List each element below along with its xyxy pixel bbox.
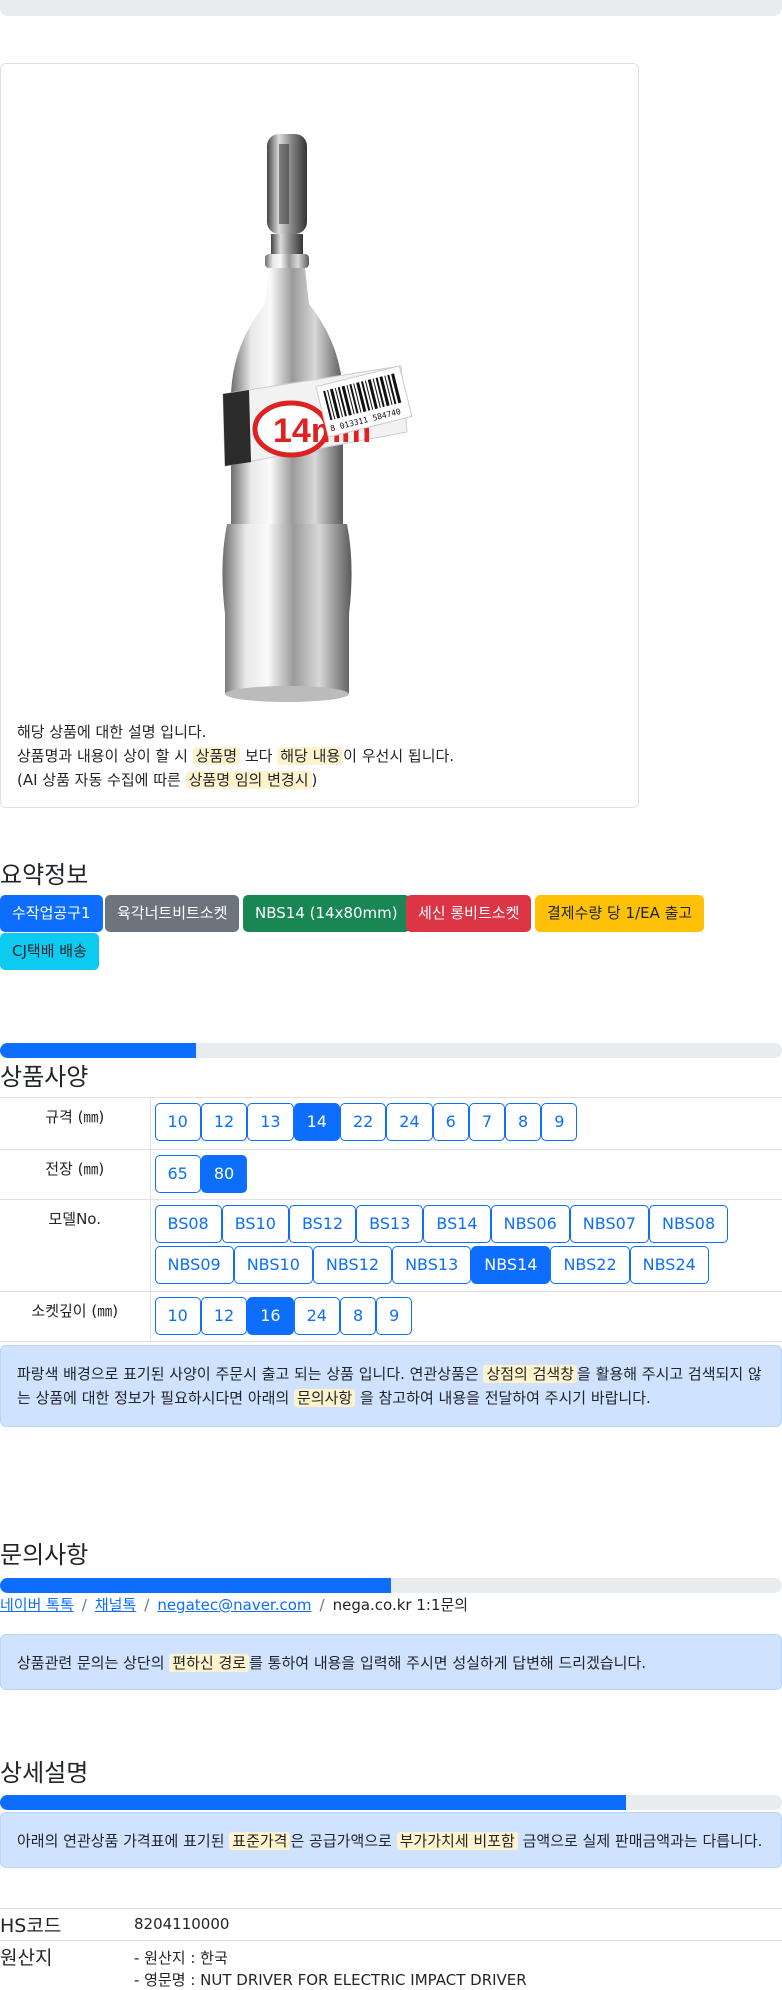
description-line: 상품명과 내용이 상이 할 시 상품명 보다 해당 내용 이 우선시 됩니다. (17, 747, 455, 765)
channel-talk-link[interactable]: 채널톡 (95, 1596, 136, 1614)
badge-type: 육각너트비트소켓 (105, 895, 240, 932)
origin-country: - 원산지 : 한국 (134, 1949, 228, 1967)
origin-english-name: - 영문명 : NUT DRIVER FOR ELECTRIC IMPACT D… (134, 1971, 527, 1989)
highlight: 해당 내용 (277, 747, 344, 765)
spec-label: 전장 (㎜) (0, 1149, 151, 1200)
spec-option-button[interactable]: NBS07 (569, 1205, 649, 1243)
spec-option-button[interactable]: 13 (247, 1103, 294, 1141)
product-card: 14mm 8 013311 584740 해당 상품에 대한 설명 입니다. 상… (0, 63, 639, 808)
spec-option-button[interactable]: 8 (505, 1103, 542, 1141)
summary-title: 요약정보 (0, 862, 89, 889)
spec-option-button[interactable]: 10 (154, 1297, 201, 1335)
badge-shipping: CJ택배 배송 (0, 933, 99, 970)
spec-option-button[interactable]: BS10 (221, 1205, 289, 1243)
hs-code-value: 8204110000 (134, 1915, 230, 1933)
inquiry-links: 네이버 톡톡 / 채널톡 / negatec@naver.com / nega.co.kr … (0, 1596, 469, 1614)
spec-option-button[interactable]: 12 (200, 1103, 248, 1141)
progress-fill (0, 1043, 196, 1058)
spec-option-button[interactable]: NBS10 (233, 1246, 313, 1284)
spec-option-button[interactable]: 16 (247, 1297, 294, 1335)
highlight: 상품명 임의 변경시 (185, 771, 312, 789)
spec-option-button[interactable]: NBS06 (490, 1205, 570, 1243)
inquiry-notice: 상품관련 문의는 상단의 편하신 경로 를 통하여 내용을 입력해 주시면 성실하… (0, 1634, 782, 1690)
origin-label: 원산지 (0, 1947, 53, 1969)
progress-fill (0, 1578, 391, 1593)
product-description: 해당 상품에 대한 설명 입니다. 상품명과 내용이 상이 할 시 상품명 보다… (17, 720, 454, 792)
spec-option-button[interactable]: BS13 (356, 1205, 424, 1243)
site-inquiry-text: nega.co.kr 1:1문의 (332, 1596, 469, 1614)
top-tab-bar (0, 0, 782, 16)
spec-options: 10 12 13 14 22 24 6 7 8 9 (150, 1097, 782, 1150)
progress-fill (0, 1795, 626, 1810)
highlight: 문의사항 (294, 1389, 356, 1407)
spec-option-button[interactable]: 65 (154, 1155, 201, 1193)
spec-option-button[interactable]: NBS09 (154, 1246, 234, 1284)
hs-code-row: HS코드 8204110000 (0, 1908, 782, 1940)
spec-option-button[interactable]: 24 (386, 1103, 433, 1141)
badge-model: NBS14 (14x80mm) (243, 895, 410, 932)
spec-row-depth: 소켓깊이 (㎜) 10 12 16 24 8 9 (0, 1291, 782, 1342)
spec-row-model: 모델No. BS08 BS10 BS12 BS13 BS14 NBS06 NBS07 NBS0… (0, 1199, 782, 1292)
spec-options: 10 12 16 24 8 9 (150, 1291, 782, 1342)
spec-option-button[interactable]: 6 (432, 1103, 469, 1141)
spec-option-button[interactable]: 80 (200, 1155, 248, 1193)
spec-option-button[interactable]: 10 (154, 1103, 201, 1141)
spec-label: 소켓깊이 (㎜) (0, 1291, 151, 1342)
email-link[interactable]: negatec@naver.com (157, 1596, 311, 1614)
hs-code-label: HS코드 (0, 1915, 62, 1937)
spec-label: 모델No. (0, 1199, 151, 1292)
spec-option-button[interactable]: 9 (541, 1103, 578, 1141)
spec-label: 규격 (㎜) (0, 1097, 151, 1150)
spec-option-button[interactable]: NBS13 (392, 1246, 472, 1284)
highlight: 부가가치세 비포함 (396, 1832, 518, 1850)
badge-quantity: 결제수량 당 1/EA 출고 (535, 895, 705, 932)
spec-option-button[interactable]: 8 (339, 1297, 377, 1335)
origin-row: 원산지 - 원산지 : 한국 - 영문명 : NUT DRIVER FOR EL… (0, 1940, 782, 1990)
spec-option-button[interactable]: 7 (468, 1103, 506, 1141)
spec-option-button[interactable]: NBS14 (471, 1246, 551, 1284)
spec-option-button[interactable]: BS12 (288, 1205, 357, 1243)
spec-option-button[interactable]: NBS12 (312, 1246, 393, 1284)
description-line: (AI 상품 자동 수집에 따른 상품명 임의 변경시) (17, 771, 318, 789)
spec-option-button[interactable]: 9 (376, 1297, 413, 1335)
badge-brand: 세신 롱비트소켓 (406, 895, 532, 932)
highlight: 편하신 경로 (169, 1654, 250, 1672)
highlight: 표준가격 (229, 1832, 291, 1850)
spec-option-button[interactable]: 14 (293, 1103, 340, 1141)
badge-category: 수작업공구1 (0, 895, 103, 932)
inquiry-progress (0, 1578, 782, 1593)
spec-options: BS08 BS10 BS12 BS13 BS14 NBS06 NBS07 NBS08 NBS09… (150, 1199, 782, 1292)
detail-notice: 아래의 연관상품 가격표에 표기된 표준가격 은 공급가액으로 부가가치세 비포함… (0, 1812, 782, 1868)
spec-row-size: 규격 (㎜) 10 12 13 14 22 24 6 7 8 9 (0, 1097, 782, 1150)
origin-value: - 원산지 : 한국 - 영문명 : NUT DRIVER FOR ELECTR… (134, 1947, 527, 1990)
highlight: 상품명 (192, 747, 241, 765)
spec-row-length: 전장 (㎜) 65 80 (0, 1149, 782, 1200)
description-line: 해당 상품에 대한 설명 입니다. (17, 723, 207, 741)
product-image: 14mm 8 013311 584740 (222, 134, 413, 702)
spec-option-button[interactable]: 12 (200, 1297, 248, 1335)
spec-option-button[interactable]: NBS24 (629, 1246, 709, 1284)
detail-progress (0, 1795, 782, 1810)
spec-option-button[interactable]: NBS08 (648, 1205, 729, 1243)
spec-progress (0, 1043, 782, 1058)
spec-option-button[interactable]: BS08 (154, 1205, 222, 1243)
detail-title: 상세설명 (0, 1760, 89, 1787)
spec-notice: 파랑색 배경으로 표기된 사양이 주문시 출고 되는 상품 입니다. 연관상품은… (0, 1345, 782, 1427)
naver-talk-link[interactable]: 네이버 톡톡 (0, 1596, 74, 1614)
spec-option-button[interactable]: 22 (339, 1103, 387, 1141)
spec-option-button[interactable]: NBS22 (550, 1246, 630, 1284)
inquiry-title: 문의사항 (0, 1542, 89, 1569)
spec-options: 65 80 (150, 1149, 782, 1200)
spec-title: 상품사양 (0, 1064, 89, 1091)
spec-option-button[interactable]: BS14 (423, 1205, 491, 1243)
spec-table: 규격 (㎜) 10 12 13 14 22 24 6 7 8 9 전장 (㎜) 65 80 모델No… (0, 1097, 782, 1342)
spec-option-button[interactable]: 24 (293, 1297, 340, 1335)
highlight: 상점의 검색창 (483, 1365, 578, 1383)
